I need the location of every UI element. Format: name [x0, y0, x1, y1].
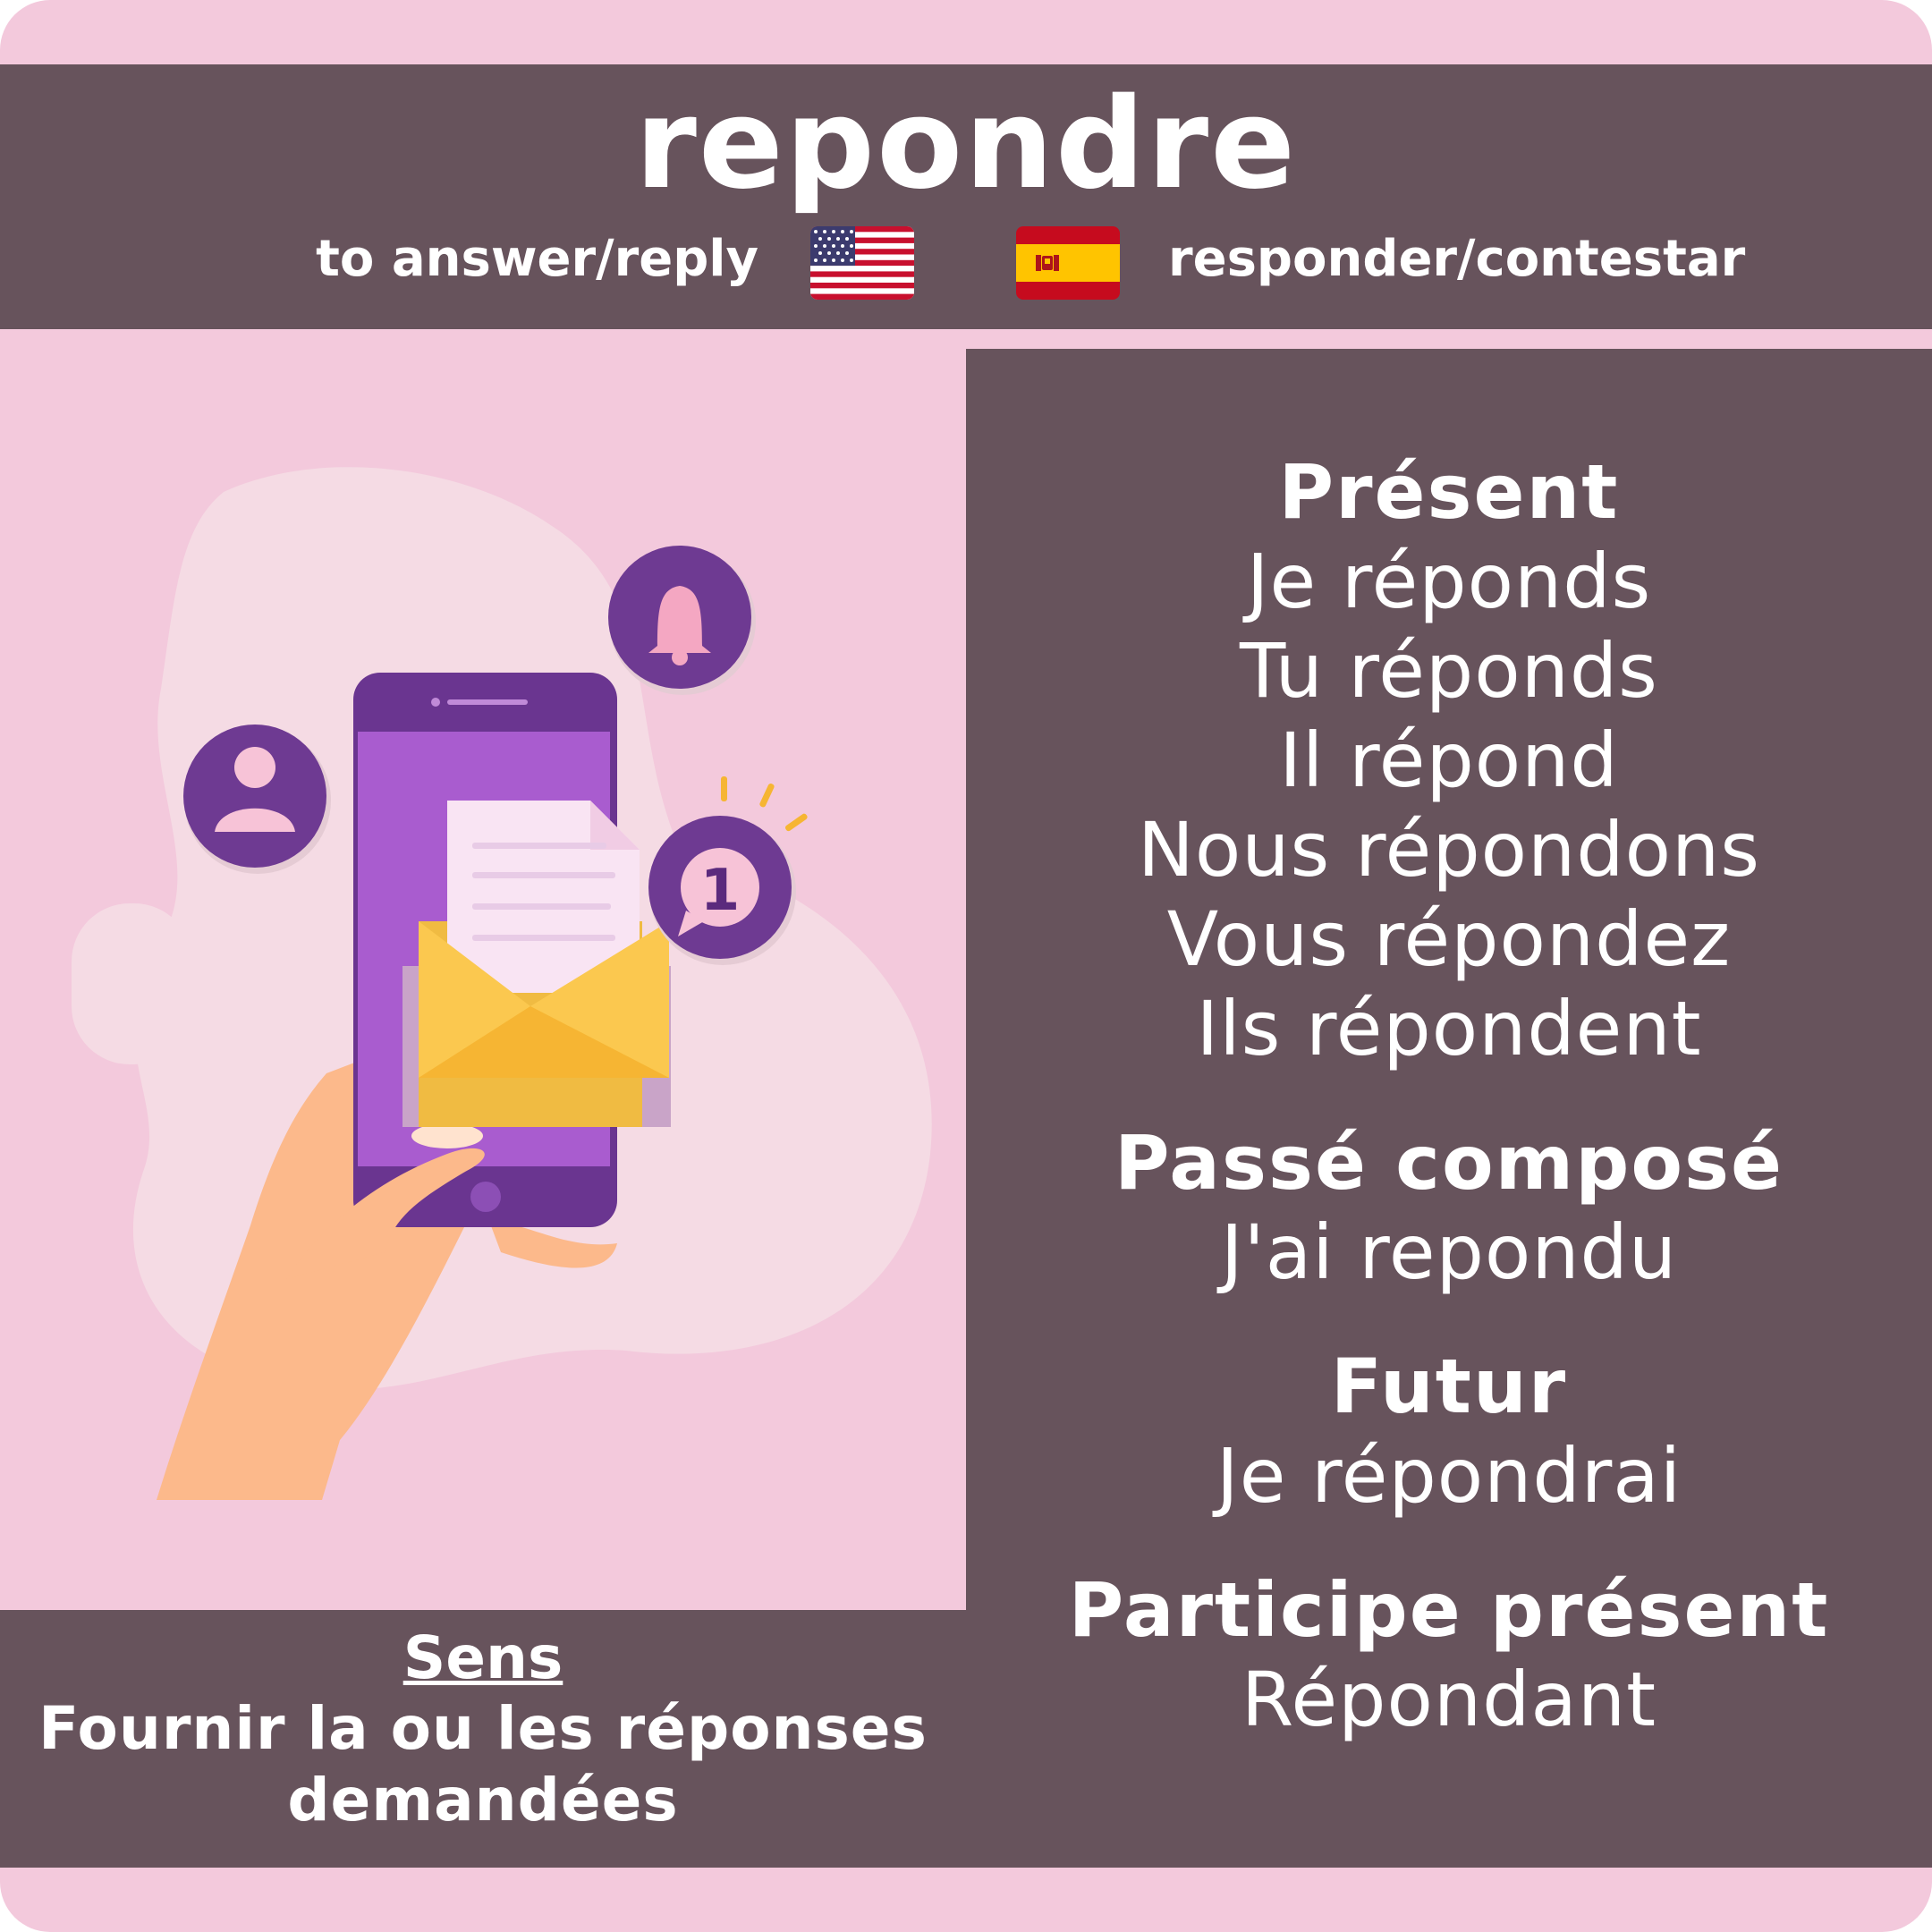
- futur-heading: Futur: [1330, 1343, 1568, 1430]
- svg-text:1: 1: [700, 858, 741, 924]
- meaning-definition: Fournir la ou les réponses demandées: [38, 1694, 928, 1835]
- present-form-il: Il répond: [1279, 716, 1619, 804]
- present-form-je: Je réponds: [1246, 538, 1652, 625]
- verb-card: repondre to answer/reply responder/conte…: [0, 0, 1932, 1932]
- present-form-tu: Tu réponds: [1240, 627, 1658, 715]
- present-form-vous: Vous répondez: [1166, 895, 1732, 983]
- english-translation: to answer/reply: [316, 230, 758, 288]
- conjugation-list: Présent Je réponds Tu réponds Il répond …: [966, 447, 1932, 1744]
- meaning-label: Sens: [402, 1623, 564, 1692]
- present-heading: Présent: [1278, 448, 1620, 536]
- phone-message-illustration: 1: [0, 349, 966, 1610]
- spanish-translation: responder/contestar: [1168, 230, 1746, 288]
- spain-flag-icon: [1016, 226, 1120, 300]
- verb-title: repondre: [634, 72, 1298, 217]
- passe-compose-heading: Passé composé: [1114, 1119, 1784, 1207]
- participe-present-form: Répondant: [1241, 1656, 1657, 1743]
- participe-present-heading: Participe présent: [1068, 1566, 1830, 1654]
- us-flag-icon: [810, 226, 914, 300]
- present-form-nous: Nous répondons: [1138, 806, 1760, 894]
- passe-compose-form: J'ai repondu: [1220, 1208, 1678, 1296]
- present-form-ils: Ils répondent: [1196, 985, 1702, 1072]
- futur-form: Je répondrai: [1216, 1432, 1682, 1520]
- meaning-section: Sens Fournir la ou les réponses demandée…: [0, 1623, 966, 1836]
